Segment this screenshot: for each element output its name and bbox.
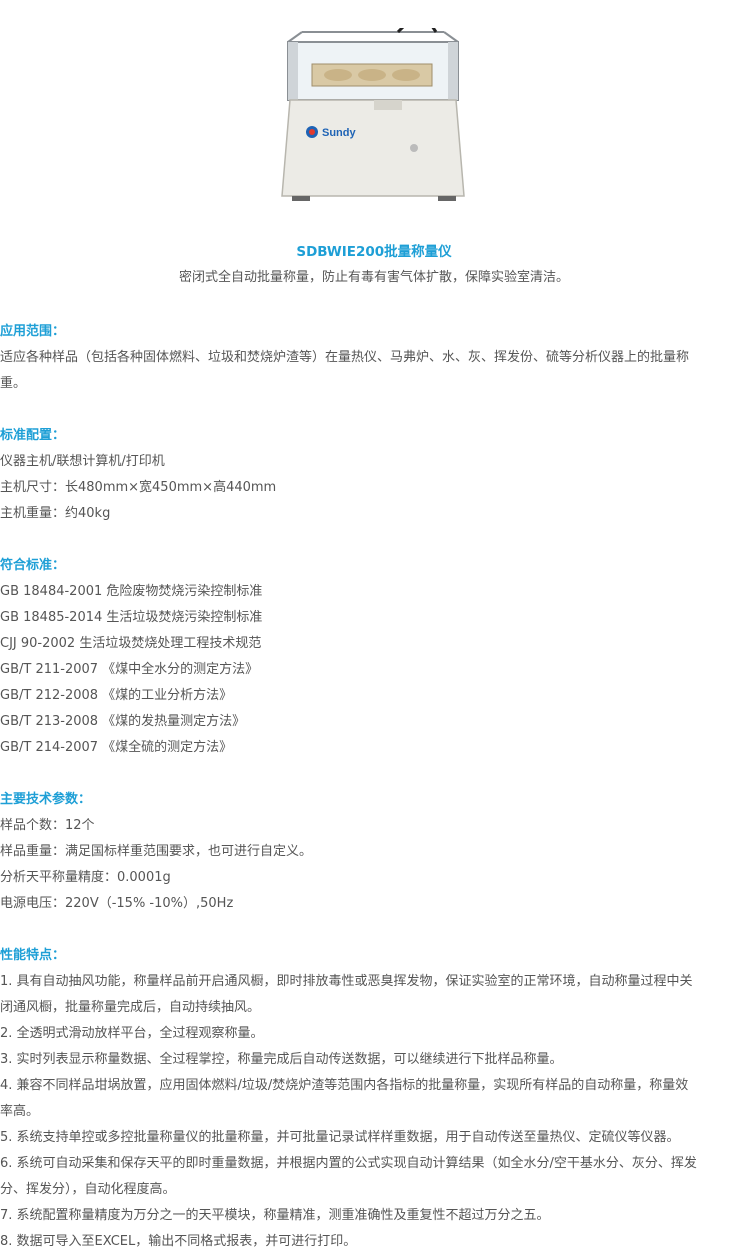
standard-item: GB/T 212-2008 《煤的工业分析方法》: [0, 688, 233, 703]
standard-item: GB 18485-2014 生活垃圾焚烧污染控制标准: [0, 610, 263, 625]
standards-heading: 符合标准：: [0, 558, 66, 573]
features-heading: 性能特点：: [0, 948, 66, 963]
scope-heading: 应用范围：: [0, 324, 66, 339]
scope-line: 适应各种样品（包括各种固体燃料、垃圾和焚烧炉渣等）在量热仪、马弗炉、水、灰、挥发…: [0, 350, 690, 365]
standard-item: CJJ 90-2002 生活垃圾焚烧处理工程技术规范: [0, 636, 262, 651]
product-subtitle: 密闭式全自动批量称量，防止有毒有害气体扩散，保障实验室清洁。: [178, 270, 569, 285]
scope-line: 重。: [0, 376, 27, 391]
feature-item: 分、挥发分），自动化程度高。: [0, 1182, 176, 1197]
config-line: 主机重量：约40kg: [0, 506, 111, 521]
config-line: 仪器主机/联想计算机/打印机: [0, 454, 165, 469]
feature-item: 3. 实时列表显示称量数据、全过程掌控，称量完成后自动传送数据，可以继续进行下批…: [0, 1052, 563, 1067]
param-item: 电源电压：220V（-15% -10%）,50Hz: [0, 896, 234, 911]
param-item: 分析天平称量精度：0.0001g: [0, 870, 171, 885]
feature-item: 1. 具有自动抽风功能，称量样品前开启通风橱，即时排放毒性或恶臭挥发物，保证实验…: [0, 974, 693, 989]
product-image: Sundy: [281, 28, 465, 201]
feature-item: 4. 兼容不同样品坩埚放置，应用固体燃料/垃圾/焚烧炉渣等范围内各指标的批量称量…: [0, 1078, 689, 1093]
feature-item: 7. 系统配置称量精度为万分之一的天平模块，称量精准，测重准确性及重复性不超过万…: [0, 1208, 550, 1223]
params-heading: 主要技术参数：: [0, 792, 92, 807]
feature-item: 8. 数据可导入至EXCEL，输出不同格式报表，并可进行打印。: [0, 1234, 357, 1249]
standard-item: GB/T 211-2007 《煤中全水分的测定方法》: [0, 662, 259, 677]
config-line: 主机尺寸：长480mm×宽450mm×高440mm: [0, 480, 277, 495]
feature-item: 6. 系统可自动采集和保存天平的即时重量数据，并根据内置的公式实现自动计算结果（…: [0, 1156, 697, 1171]
standard-item: GB/T 214-2007 《煤全硫的测定方法》: [0, 740, 233, 755]
feature-item: 率高。: [0, 1104, 40, 1119]
brand-logo-text: Sundy: [322, 127, 356, 139]
param-item: 样品重量：满足国标样重范围要求，也可进行自定义。: [0, 844, 313, 859]
config-heading: 标准配置：: [0, 428, 66, 443]
product-page: Sundy SDBWIE200批量称量仪 密闭式全自动批量称量，防止有毒有害气体…: [0, 0, 748, 1256]
feature-item: 2. 全透明式滑动放样平台，全过程观察称量。: [0, 1026, 264, 1041]
standard-item: GB 18484-2001 危险废物焚烧污染控制标准: [0, 584, 263, 599]
standard-item: GB/T 213-2008 《煤的发热量测定方法》: [0, 714, 246, 729]
feature-item: 5. 系统支持单控或多控批量称量仪的批量称量，并可批量记录试样样重数据，用于自动…: [0, 1130, 680, 1145]
product-title: SDBWIE200批量称量仪: [296, 244, 452, 260]
param-item: 样品个数：12个: [0, 818, 95, 833]
feature-item: 闭通风橱，批量称量完成后，自动持续抽风。: [0, 1000, 261, 1015]
